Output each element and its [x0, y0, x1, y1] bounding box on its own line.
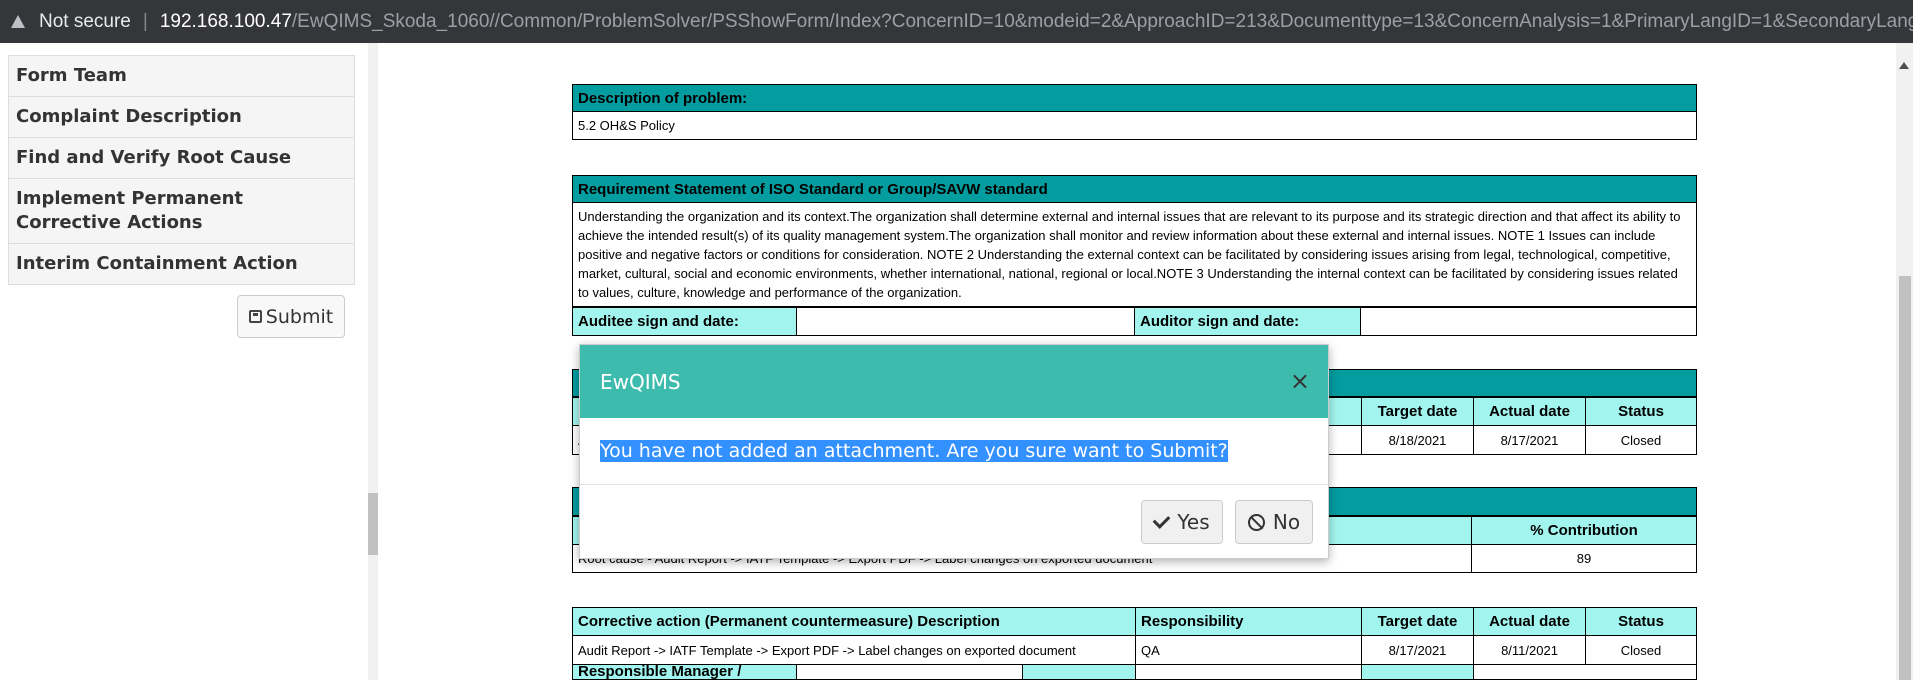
- responsible-manager-cell-3: [1361, 664, 1474, 680]
- corrective-row-desc: Audit Report -> IATF Template -> Export …: [572, 635, 1136, 665]
- dialog-body: You have not added an attachment. Are yo…: [580, 418, 1328, 485]
- auditor-label: Auditor sign and date:: [1134, 307, 1361, 336]
- submit-button[interactable]: Submit: [237, 295, 345, 338]
- left-scrollbar[interactable]: [368, 43, 378, 680]
- corrective-row-resp: QA: [1135, 635, 1362, 665]
- containment-actual-header: Actual date: [1473, 397, 1586, 426]
- corrective-row-status: Closed: [1585, 635, 1697, 665]
- sidebar-item-root-cause[interactable]: Find and Verify Root Cause: [9, 138, 354, 179]
- requirement-header: Requirement Statement of ISO Standard or…: [572, 175, 1697, 203]
- scroll-up-icon[interactable]: [1899, 62, 1909, 69]
- auditee-value: [796, 307, 1135, 336]
- address-separator: |: [142, 10, 148, 32]
- requirement-text: Understanding the organization and its c…: [572, 203, 1697, 307]
- left-scrollbar-thumb[interactable]: [368, 493, 378, 555]
- containment-target-header: Target date: [1361, 397, 1474, 426]
- yes-label: Yes: [1177, 510, 1210, 534]
- dialog-message: You have not added an attachment. Are yo…: [600, 440, 1228, 462]
- problem-header: Description of problem:: [572, 84, 1697, 112]
- dialog-title: EwQIMS: [600, 369, 681, 394]
- dialog-header: EwQIMS ×: [580, 345, 1328, 418]
- confirm-dialog: EwQIMS × You have not added an attachmen…: [579, 344, 1329, 559]
- responsible-manager-cell: [1022, 664, 1136, 680]
- url-host: 192.168.100.47: [159, 10, 292, 32]
- rootcause-contribution-header: % Contribution: [1471, 516, 1697, 545]
- corrective-row-target: 8/17/2021: [1361, 635, 1474, 665]
- containment-row-target: 8/18/2021: [1361, 425, 1474, 455]
- corrective-resp-header: Responsibility: [1135, 607, 1362, 636]
- page-scrollbar-thumb[interactable]: [1899, 276, 1911, 680]
- corrective-status-header: Status: [1585, 607, 1697, 636]
- sidebar-nav: Form Team Complaint Description Find and…: [8, 55, 355, 285]
- containment-status-header: Status: [1585, 397, 1697, 426]
- close-icon[interactable]: ×: [1290, 367, 1310, 395]
- corrective-desc-header: Corrective action (Permanent countermeas…: [572, 607, 1136, 636]
- no-button[interactable]: No: [1235, 500, 1313, 544]
- no-label: No: [1272, 510, 1301, 534]
- check-icon: [1153, 511, 1171, 529]
- security-status: Not secure: [39, 10, 131, 32]
- rootcause-row-value: 89: [1471, 544, 1697, 573]
- auditee-label: Auditee sign and date:: [572, 307, 797, 336]
- responsible-manager-value: [796, 664, 1023, 680]
- url-path: /EwQIMS_Skoda_1060//Common/ProblemSolver…: [291, 10, 1913, 32]
- problem-value: 5.2 OH&S Policy: [572, 112, 1697, 140]
- address-bar[interactable]: Not secure | 192.168.100.47/EwQIMS_Skoda…: [0, 0, 1913, 43]
- sidebar-item-form-team[interactable]: Form Team: [9, 56, 354, 97]
- yes-button[interactable]: Yes: [1141, 500, 1223, 544]
- ban-icon: [1247, 513, 1265, 531]
- auditor-value: [1360, 307, 1697, 336]
- responsible-manager-cell-4: [1473, 664, 1697, 680]
- containment-row-status: Closed: [1585, 425, 1697, 455]
- responsible-manager-cell-2: [1135, 664, 1362, 680]
- sidebar-item-complaint-description[interactable]: Complaint Description: [9, 97, 354, 138]
- sidebar-item-corrective-actions[interactable]: Implement Permanent Corrective Actions: [9, 179, 354, 244]
- containment-row-actual: 8/17/2021: [1473, 425, 1586, 455]
- corrective-actual-header: Actual date: [1473, 607, 1586, 636]
- save-icon: [248, 310, 262, 323]
- responsible-manager-label: Responsible Manager /: [572, 664, 797, 680]
- corrective-row-actual: 8/11/2021: [1473, 635, 1586, 665]
- warning-icon: [11, 15, 25, 28]
- submit-label: Submit: [265, 305, 334, 328]
- sidebar-item-containment-action[interactable]: Interim Containment Action: [9, 244, 354, 284]
- corrective-target-header: Target date: [1361, 607, 1474, 636]
